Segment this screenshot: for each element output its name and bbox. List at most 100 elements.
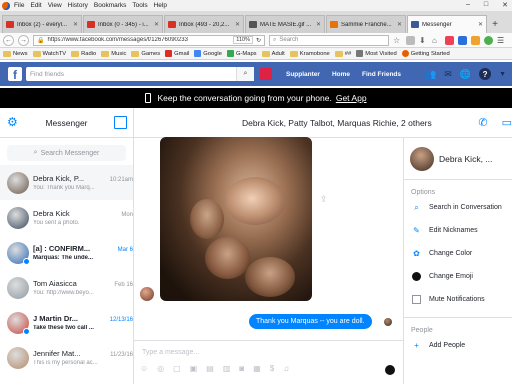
bookmark-hash[interactable]: ## — [334, 50, 351, 57]
back-button[interactable]: ← — [3, 34, 14, 46]
add-people-button[interactable]: + Add People — [404, 334, 512, 357]
nav-find-friends[interactable]: Find Friends — [362, 71, 401, 78]
browser-tab[interactable]: Inbox (2) - everyl... ✕ — [2, 15, 82, 33]
mute-checkbox-icon[interactable] — [412, 295, 421, 304]
zoom-indicator[interactable]: 110% — [233, 36, 253, 44]
addon-icon[interactable] — [471, 35, 480, 45]
library-icon[interactable] — [406, 35, 415, 45]
option-change-color[interactable]: ✿ Change Color — [404, 242, 512, 265]
conversation-item[interactable]: Jennifer Mat... 11/23/16 This is my person… — [0, 340, 133, 375]
conversation-list: Debra Kick, P... 10:21am You: Thank you Ma… — [0, 165, 133, 375]
help-icon[interactable]: ? — [479, 68, 492, 80]
payment-icon[interactable]: $ — [270, 364, 274, 373]
option-search-in-conversation[interactable]: ⌕ Search in Conversation — [404, 196, 512, 219]
message-input[interactable]: Type a message... — [142, 349, 199, 356]
audio-icon[interactable]: ♫ — [283, 364, 289, 373]
emoji-icon[interactable]: ☺ — [140, 364, 148, 373]
avatar — [7, 171, 29, 194]
close-tab-icon[interactable]: ✕ — [397, 21, 402, 28]
menu-tools[interactable]: Tools — [132, 2, 147, 9]
bookmark-games[interactable]: Games — [131, 50, 160, 57]
conversation-item[interactable]: Debra Kick Mon You sent a photo. — [0, 200, 133, 235]
game-icon[interactable]: ◎ — [157, 364, 164, 373]
notifications-icon[interactable]: 🌐 — [460, 69, 471, 80]
bookmark-music[interactable]: Music — [101, 50, 126, 57]
close-tab-icon[interactable]: ✕ — [478, 21, 483, 28]
nav-profile[interactable]: Supplanter — [286, 71, 320, 78]
bookmark-gmail[interactable]: Gmail — [165, 50, 189, 57]
close-tab-icon[interactable]: ✕ — [235, 21, 240, 28]
close-window-icon[interactable]: ✕ — [502, 1, 508, 9]
conversation-item[interactable]: J Martin Dr... 12/13/16 Take these two cal… — [0, 305, 133, 340]
pocket-icon[interactable] — [445, 35, 454, 45]
browser-tab[interactable]: Inbox (493 - 20,2... ✕ — [164, 15, 244, 33]
search-icon[interactable]: ⌕ — [236, 67, 254, 81]
nav-home[interactable]: Home — [332, 71, 350, 78]
browser-tab[interactable]: MATE MASIE.gif ... ✕ — [245, 15, 325, 33]
bookmark-gmaps[interactable]: G-Maps — [226, 50, 257, 57]
download-icon[interactable]: ⬇ — [419, 36, 428, 45]
messages-icon[interactable]: ✉ — [444, 69, 452, 80]
conversation-item[interactable]: Tom Aiasicca Feb 16 You: http://www.beyo..… — [0, 270, 133, 305]
option-change-emoji[interactable]: Change Emoji — [404, 265, 512, 288]
browser-tab[interactable]: Sammie Franche... ✕ — [326, 15, 406, 33]
menu-history[interactable]: History — [68, 2, 88, 9]
bookmark-watchtv[interactable]: WatchTV — [32, 50, 66, 57]
search-bar[interactable]: ⌕ Search — [269, 34, 389, 46]
avatar[interactable] — [260, 68, 272, 80]
search-messenger-input[interactable]: ⌕ Search Messenger — [7, 145, 126, 161]
browser-tab[interactable]: Inbox (0 - 345) - i... ✕ — [83, 15, 163, 33]
friend-requests-icon[interactable]: 👥 — [425, 69, 436, 80]
bookmark-google[interactable]: Google — [194, 50, 222, 57]
conversation-time: Mon — [121, 212, 133, 218]
calendar-icon[interactable]: ▦ — [253, 364, 261, 373]
menu-file[interactable]: File — [14, 2, 24, 9]
call-icon[interactable]: ✆ — [478, 116, 487, 129]
menu-edit[interactable]: Edit — [30, 2, 41, 9]
reload-icon[interactable]: ↻ — [256, 37, 261, 44]
compose-icon[interactable] — [114, 116, 127, 129]
video-call-icon[interactable]: ▭ — [502, 116, 512, 129]
camera-icon[interactable]: ◙ — [239, 364, 244, 373]
gif-icon[interactable]: ▣ — [190, 364, 198, 373]
option-edit-nicknames[interactable]: ✎ Edit Nicknames — [404, 219, 512, 242]
file-icon[interactable]: ▥ — [223, 364, 231, 373]
emoji-send-icon[interactable] — [385, 365, 395, 375]
browser-tab-active[interactable]: Messenger ✕ — [407, 15, 487, 33]
maximize-icon[interactable]: □ — [484, 1, 488, 9]
conversation-item[interactable]: Debra Kick, P... 10:21am You: Thank you Ma… — [0, 165, 133, 200]
menu-help[interactable]: Help — [154, 2, 167, 9]
close-tab-icon[interactable]: ✕ — [154, 21, 159, 28]
bookmark-most-visited[interactable]: Most Visited — [356, 50, 397, 57]
star-icon[interactable]: ☆ — [393, 36, 402, 45]
forward-button[interactable]: → — [18, 34, 29, 46]
sticker-icon[interactable]: ▢ — [173, 364, 181, 373]
close-tab-icon[interactable]: ✕ — [73, 21, 78, 28]
close-tab-icon[interactable]: ✕ — [316, 21, 321, 28]
option-mute-notifications[interactable]: Mute Notifications — [404, 288, 512, 311]
bookmark-radio[interactable]: Radio — [71, 50, 96, 57]
find-friends-search[interactable]: Find friends ⌕ — [26, 67, 254, 81]
bookmark-getting-started[interactable]: Getting Started — [401, 50, 450, 57]
share-icon[interactable]: ⇪ — [320, 194, 330, 204]
extension-icon[interactable] — [458, 35, 467, 45]
photo-icon[interactable]: ▤ — [206, 364, 214, 373]
thread-title[interactable]: Debra Kick, Patty Talbot, Marquas Richie… — [242, 118, 432, 128]
facebook-logo[interactable]: f — [8, 67, 22, 81]
get-app-link[interactable]: Get App — [336, 93, 367, 103]
menu-bookmarks[interactable]: Bookmarks — [94, 2, 127, 9]
menu-icon[interactable]: ☰ — [497, 36, 506, 45]
bookmark-kramobone[interactable]: Kramobone — [289, 50, 330, 57]
menu-view[interactable]: View — [48, 2, 62, 9]
address-bar[interactable]: 🔒 https://www.facebook.com/messages/t/12… — [33, 34, 265, 46]
home-icon[interactable]: ⌂ — [432, 36, 441, 45]
gear-icon[interactable]: ⚙ — [7, 116, 20, 129]
conversation-item[interactable]: [a] : CONFIRM... Mar 6 Marquas: The unde..… — [0, 235, 133, 270]
minimize-icon[interactable]: – — [466, 1, 470, 9]
bookmark-adult[interactable]: Adult — [261, 50, 285, 57]
shared-photo[interactable] — [160, 137, 312, 301]
chrome-icon[interactable] — [484, 35, 493, 45]
account-menu-icon[interactable]: ▼ — [499, 71, 506, 78]
new-tab-button[interactable]: + — [488, 15, 502, 33]
bookmark-news[interactable]: News — [3, 50, 28, 57]
